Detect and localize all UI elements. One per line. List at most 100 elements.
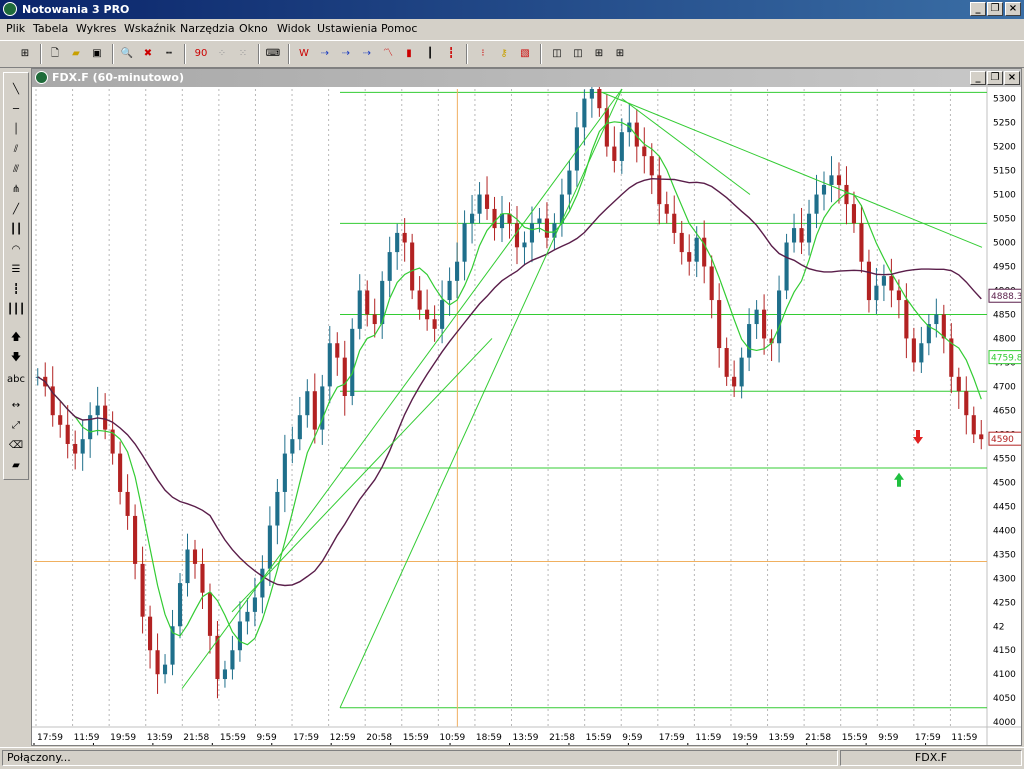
move-icon[interactable]: ↔: [6, 397, 26, 415]
layout-4-icon[interactable]: ⊞: [611, 45, 629, 63]
menu-table[interactable]: Tabela: [33, 22, 68, 35]
candle-body: [589, 89, 594, 99]
dots-yellow-icon[interactable]: ⁙: [234, 45, 252, 63]
y-tick-label: 4650: [993, 406, 1016, 416]
menu-help[interactable]: Pomoc: [381, 22, 417, 35]
candle-body: [732, 376, 737, 387]
fan-lines-icon[interactable]: ⋔: [6, 181, 26, 199]
candle-body: [207, 592, 213, 636]
candle-body: [237, 621, 242, 651]
y-tick-label: 4850: [993, 310, 1016, 320]
candle-body: [350, 328, 355, 397]
grid-lines-icon[interactable]: ┇: [6, 281, 26, 299]
counter-icon[interactable]: 90: [192, 45, 210, 63]
menu-chart[interactable]: Wykres: [76, 22, 116, 35]
bars-icon[interactable]: ┃┃┃: [6, 301, 26, 319]
arrow-right-2-icon[interactable]: ⇢: [337, 45, 355, 63]
grid-icon[interactable]: ⊞: [16, 45, 34, 63]
new-file-icon[interactable]: 🗋: [46, 45, 64, 63]
candle-body: [529, 223, 535, 243]
x-time-label: 9:59: [622, 733, 642, 743]
chart-window-titlebar: FDX.F (60-minutowo) _ ❐ ×: [32, 69, 1021, 87]
layout-3-icon[interactable]: ⊞: [590, 45, 608, 63]
candle-body: [612, 146, 617, 161]
chart-close-icon[interactable]: ×: [1004, 71, 1020, 85]
menu-view[interactable]: Widok: [277, 22, 311, 35]
zoom-icon[interactable]: 🔍: [118, 45, 136, 63]
text-tool-icon[interactable]: abc: [6, 371, 26, 389]
candle-body: [140, 563, 145, 617]
candle-body: [777, 290, 782, 344]
select-icon[interactable]: ⤢: [6, 417, 26, 435]
candle-body: [395, 232, 400, 253]
candle-icon[interactable]: ┃: [421, 45, 439, 63]
arc-icon[interactable]: ◠: [6, 241, 26, 259]
candle-body: [739, 357, 744, 387]
candle-body: [80, 439, 85, 454]
arrow-down-icon[interactable]: 🡇: [6, 349, 26, 367]
minimize-icon[interactable]: _: [970, 2, 986, 16]
ma-slow-price-tag: 4888.35: [991, 292, 1021, 302]
chart-restore-icon[interactable]: ❐: [987, 71, 1003, 85]
candle-body: [417, 290, 422, 310]
y-tick-label: 4700: [993, 382, 1016, 392]
close-icon[interactable]: ×: [1005, 2, 1021, 16]
key-icon[interactable]: ⚷: [495, 45, 513, 63]
candle-body: [896, 290, 901, 301]
menu-window[interactable]: Okno: [239, 22, 268, 35]
candle-body: [492, 208, 497, 229]
candle-body: [836, 175, 842, 185]
vertical-lines-icon[interactable]: ┃┃: [6, 221, 26, 239]
trend-line-icon[interactable]: ╱: [6, 201, 26, 219]
x-time-label: 9:59: [878, 733, 898, 743]
drawing-toolbar: ╲ ─ │ ⫽ ⫻ ⋔ ╱ ┃┃ ◠ ☰ ┇ ┃┃┃ 🡅 🡇 abc ↔ ⤢ ⌫…: [3, 72, 29, 480]
ruler-icon[interactable]: ┅: [160, 45, 178, 63]
x-time-label: 9:59: [256, 733, 276, 743]
candle-body: [252, 597, 257, 612]
menu-settings[interactable]: Ustawienia: [317, 22, 377, 35]
menu-tools[interactable]: Narzędzia: [180, 22, 235, 35]
channel-icon[interactable]: ⫻: [6, 161, 26, 179]
menu-indicator[interactable]: Wskaźnik: [124, 22, 176, 35]
maximize-icon[interactable]: ❐: [987, 2, 1003, 16]
indicator-w-icon[interactable]: W: [295, 45, 313, 63]
line-chart-icon[interactable]: 〽: [379, 45, 397, 63]
candle-body: [365, 290, 370, 315]
candlestick-icon[interactable]: ┇: [442, 45, 460, 63]
keyboard-icon[interactable]: ⌨: [264, 45, 282, 63]
price-chart[interactable]: 4000405041004150424250430043504400445045…: [32, 87, 1021, 745]
candle-body: [582, 98, 587, 128]
layout-2-icon[interactable]: ◫: [569, 45, 587, 63]
candle-body: [282, 453, 287, 492]
menu-file[interactable]: Plik: [6, 22, 25, 35]
candle-body: [357, 290, 362, 329]
candle-body: [162, 664, 168, 675]
vertical-line-icon[interactable]: │: [6, 121, 26, 139]
pointer-icon[interactable]: ╲: [6, 81, 26, 99]
candle-body: [260, 568, 265, 598]
save-icon[interactable]: ▣: [88, 45, 106, 63]
arrow-up-icon[interactable]: 🡅: [6, 329, 26, 347]
dots-icon[interactable]: ⁘: [213, 45, 231, 63]
arrow-right-icon[interactable]: ⇢: [316, 45, 334, 63]
layout-1-icon[interactable]: ◫: [548, 45, 566, 63]
candle-body: [514, 223, 520, 248]
arrow-right-3-icon[interactable]: ⇢: [358, 45, 376, 63]
candle-body: [881, 276, 886, 286]
signal-icon[interactable]: ⁝: [474, 45, 492, 63]
candle-body: [559, 194, 564, 224]
candle-body: [919, 343, 924, 363]
toolbar-separator: [40, 44, 42, 64]
chart-minimize-icon[interactable]: _: [970, 71, 986, 85]
picture-icon[interactable]: ▧: [516, 45, 534, 63]
fibonacci-icon[interactable]: ☰: [6, 261, 26, 279]
parallel-lines-icon[interactable]: ⫽: [6, 141, 26, 159]
app-titlebar: Notowania 3 PRO _ ❐ ×: [0, 0, 1024, 19]
horizontal-line-icon[interactable]: ─: [6, 101, 26, 119]
open-folder-icon[interactable]: ▰: [67, 45, 85, 63]
eraser-icon[interactable]: ⌫: [6, 437, 26, 455]
delete-icon[interactable]: ✖: [139, 45, 157, 63]
chart-window: FDX.F (60-minutowo) _ ❐ × 4000 4050 4100 41…: [31, 68, 1022, 746]
eraser-all-icon[interactable]: ▰: [6, 457, 26, 475]
bar-chart-icon[interactable]: ▮: [400, 45, 418, 63]
